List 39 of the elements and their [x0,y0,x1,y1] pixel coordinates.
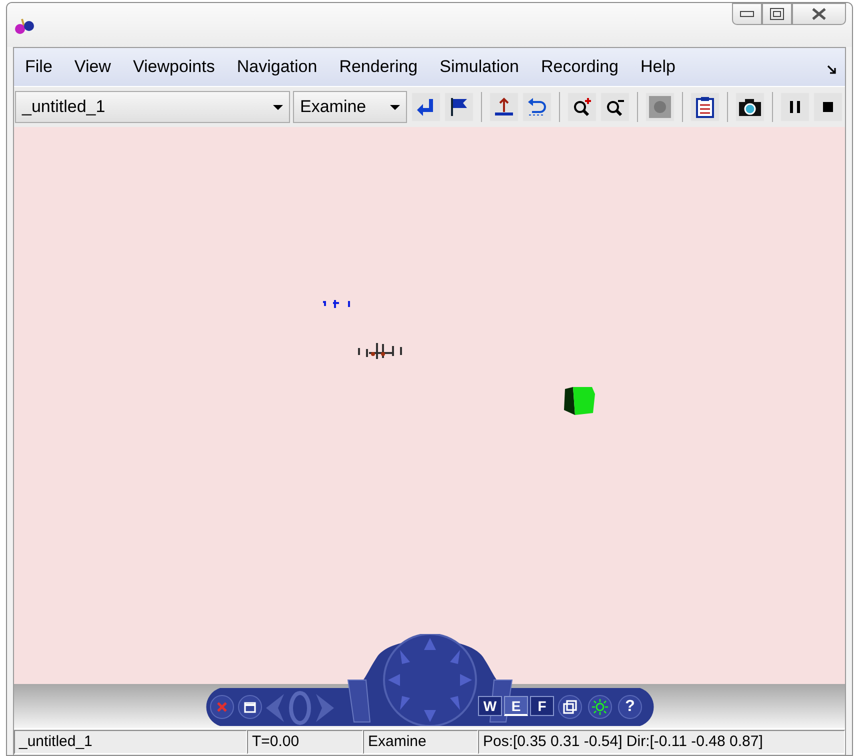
cube-drawing [561,385,597,417]
record-icon[interactable] [646,93,674,121]
menu-item[interactable]: Navigation [236,57,318,77]
menu-item[interactable]: File [25,57,52,77]
viewpoint-dropdown[interactable]: _untitled_1 [15,91,290,123]
menu-item[interactable]: Help [640,57,676,77]
zoom-out-icon[interactable] [601,93,629,121]
maximize-icon [770,8,784,20]
expand-arrow-icon[interactable] [827,65,837,75]
status-field: Examine [363,730,478,754]
pause-button[interactable] [781,93,809,121]
menu-item[interactable]: Viewpoints [132,57,215,77]
status-field: T=0.00 [247,730,363,754]
menu-item[interactable]: Simulation [440,57,520,77]
close-button[interactable] [792,3,846,25]
status-field: Pos:[0.35 0.31 -0.54] Dir:[-0.11 -0.48 0.87] [478,730,845,754]
minimize-button[interactable] [732,3,762,25]
mode-dropdown[interactable]: Examine [293,91,407,123]
menu-item[interactable]: View [74,57,111,77]
app-logo-icon [14,17,36,35]
zoom-in-icon[interactable] [568,93,596,121]
stop-button[interactable] [814,93,842,121]
maximize-button[interactable] [762,3,792,25]
minimize-icon [740,11,754,17]
menu-item[interactable]: Recording [541,57,619,77]
mode-button[interactable]: F [530,696,554,716]
mode-button[interactable]: W [478,696,502,716]
close-icon [812,8,826,20]
camera-icon[interactable] [736,93,764,121]
status-field: _untitled_1 [14,730,247,754]
flag-icon[interactable] [445,93,473,121]
close-icon [216,701,228,713]
straighten-icon[interactable] [490,93,518,121]
undo-icon[interactable] [523,93,551,121]
small-figure-drawing [322,299,352,309]
document-list-icon[interactable] [691,93,719,121]
mode-button[interactable]: E [504,696,528,716]
menu-item[interactable]: Rendering [339,57,418,77]
window-icon [244,702,256,712]
